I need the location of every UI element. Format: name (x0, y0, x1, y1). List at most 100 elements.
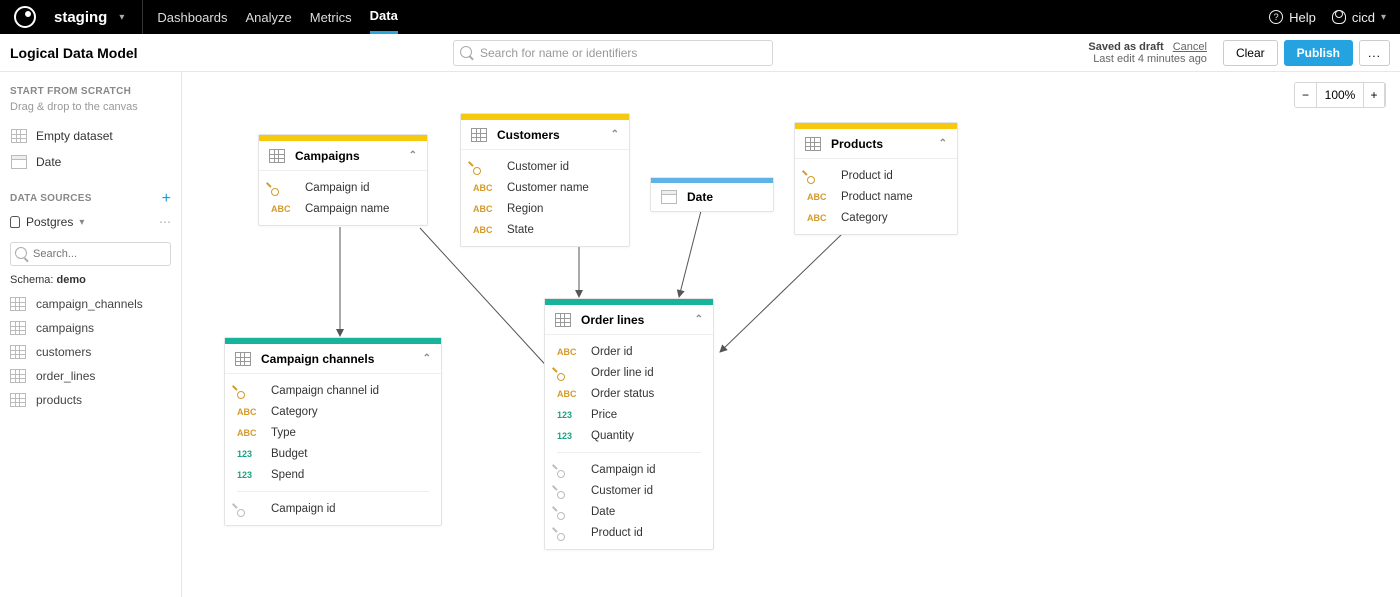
field-label: Spend (271, 469, 304, 481)
field-label: Order line id (591, 367, 654, 379)
field-label: Customer id (507, 161, 569, 173)
field-row[interactable]: Product id (545, 522, 713, 543)
table-icon (555, 313, 571, 327)
field-row[interactable]: Campaign id (259, 177, 427, 198)
entity-title: Customers (497, 128, 560, 142)
field-label: Order status (591, 388, 654, 400)
source-table-item[interactable]: order_lines (10, 364, 171, 388)
field-row[interactable]: ABCCampaign name (259, 198, 427, 219)
topbar-divider (142, 0, 143, 34)
text-type-icon: ABC (557, 389, 581, 399)
date-item[interactable]: Date (10, 149, 171, 175)
entity-campaign-channels[interactable]: Campaign channels ⌃ Campaign channel idA… (224, 337, 442, 526)
field-row[interactable]: ABCProduct name (795, 186, 957, 207)
entity-date[interactable]: Date (650, 177, 774, 212)
collapse-icon[interactable]: ⌃ (423, 353, 431, 364)
scratch-hint: Drag & drop to the canvas (10, 101, 171, 113)
field-row[interactable]: Campaign id (545, 459, 713, 480)
more-button[interactable]: ... (1359, 40, 1390, 66)
table-icon (10, 369, 26, 383)
clear-button[interactable]: Clear (1223, 40, 1278, 66)
canvas-search-input[interactable] (453, 40, 773, 66)
search-wrap (453, 40, 773, 66)
field-label: Region (507, 203, 543, 215)
source-table-label: order_lines (36, 369, 95, 383)
field-label: Category (271, 406, 318, 418)
empty-dataset-item[interactable]: Empty dataset (10, 123, 171, 149)
collapse-icon[interactable]: ⌃ (939, 138, 947, 149)
nav-metrics[interactable]: Metrics (310, 0, 352, 34)
field-row[interactable]: Date (545, 501, 713, 522)
datasource-search-input[interactable] (10, 242, 171, 266)
connection-more-icon[interactable]: ⋯ (159, 215, 171, 229)
field-label: Date (591, 506, 615, 518)
field-row[interactable]: 123Quantity (545, 425, 713, 446)
canvas[interactable]: − 100% + Campaign (182, 72, 1400, 597)
workspace-chevron-icon[interactable]: ▾ (119, 12, 124, 23)
entity-order-lines[interactable]: Order lines ⌃ ABCOrder id Order line id AB… (544, 298, 714, 550)
source-table-label: campaign_channels (36, 297, 143, 311)
field-label: Customer id (591, 485, 653, 497)
field-row[interactable]: ABCCategory (225, 401, 441, 422)
field-row[interactable]: ABC Order status (545, 383, 713, 404)
field-row[interactable]: ABCType (225, 422, 441, 443)
field-row[interactable]: 123Spend (225, 464, 441, 485)
collapse-icon[interactable]: ⌃ (695, 314, 703, 325)
nav-data[interactable]: Data (370, 0, 398, 34)
field-row[interactable]: Campaign channel id (225, 380, 441, 401)
collapse-icon[interactable]: ⌃ (409, 150, 417, 161)
source-table-label: products (36, 393, 82, 407)
publish-button[interactable]: Publish (1284, 40, 1353, 66)
field-label: Product name (841, 191, 913, 203)
field-row[interactable]: ABCCustomer name (461, 177, 629, 198)
source-table-item[interactable]: products (10, 388, 171, 412)
schema-value: demo (56, 274, 85, 286)
field-row[interactable]: ABCRegion (461, 198, 629, 219)
field-row[interactable]: ABCOrder id (545, 341, 713, 362)
field-label: Campaign id (271, 503, 336, 515)
field-row[interactable]: Product id (795, 165, 957, 186)
datasource-connection[interactable]: Postgres ▾ ⋯ (10, 208, 171, 236)
field-row[interactable]: Order line id (545, 362, 713, 383)
nav-dashboards[interactable]: Dashboards (157, 0, 227, 34)
source-table-item[interactable]: customers (10, 340, 171, 364)
app-logo-icon[interactable] (14, 6, 36, 28)
source-table-item[interactable]: campaigns (10, 316, 171, 340)
zoom-percent: 100% (1317, 83, 1363, 107)
table-icon (10, 297, 26, 311)
help-link[interactable]: ? Help (1269, 10, 1316, 25)
entity-customers[interactable]: Customers ⌃ Customer idABCCustomer nameA… (460, 113, 630, 247)
collapse-icon[interactable]: ⌃ (611, 129, 619, 140)
user-menu[interactable]: cicd ▾ (1332, 10, 1386, 25)
zoom-out-button[interactable]: − (1295, 83, 1317, 107)
nav-analyze[interactable]: Analyze (245, 0, 291, 34)
cancel-link[interactable]: Cancel (1173, 41, 1207, 53)
table-icon (471, 128, 487, 142)
entity-campaigns[interactable]: Campaigns ⌃ Campaign id ABCCampaign name (258, 134, 428, 226)
text-type-icon: ABC (473, 225, 497, 235)
field-row[interactable]: Customer id (461, 156, 629, 177)
zoom-in-button[interactable]: + (1363, 83, 1385, 107)
field-row[interactable]: Campaign id (225, 498, 441, 519)
field-separator (237, 491, 429, 492)
entity-title: Campaigns (295, 149, 360, 163)
field-row[interactable]: ABCCategory (795, 207, 957, 228)
add-datasource-button[interactable]: + (162, 190, 171, 208)
field-label: Campaign id (305, 182, 370, 194)
source-table-item[interactable]: campaign_channels (10, 292, 171, 316)
datasource-search-wrap (10, 242, 171, 266)
field-row[interactable]: ABCState (461, 219, 629, 240)
topbar: staging ▾ Dashboards Analyze Metrics Dat… (0, 0, 1400, 34)
table-icon (235, 352, 251, 366)
field-row[interactable]: Customer id (545, 480, 713, 501)
subbar: Logical Data Model Saved as draft Cancel… (0, 34, 1400, 72)
page-title: Logical Data Model (10, 45, 138, 61)
table-icon (10, 393, 26, 407)
entity-title: Order lines (581, 313, 644, 327)
field-row[interactable]: 123Price (545, 404, 713, 425)
entity-products[interactable]: Products ⌃ Product idABCProduct nameABCC… (794, 122, 958, 235)
field-row[interactable]: 123Budget (225, 443, 441, 464)
help-label: Help (1289, 10, 1316, 25)
entity-title: Products (831, 137, 883, 151)
field-label: Type (271, 427, 296, 439)
